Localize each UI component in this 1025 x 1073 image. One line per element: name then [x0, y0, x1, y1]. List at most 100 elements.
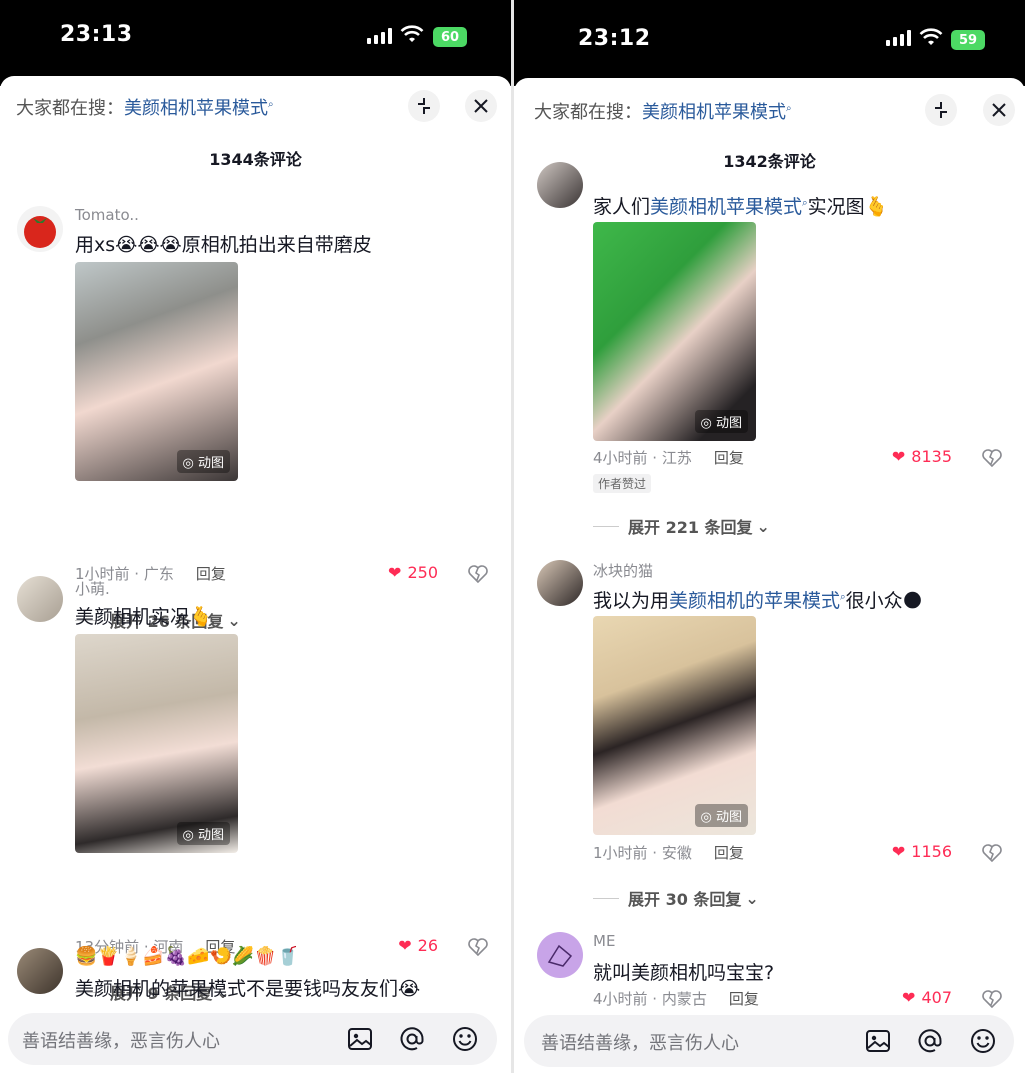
avatar[interactable] [537, 932, 583, 978]
broken-heart-icon[interactable] [467, 563, 489, 585]
keyword-link[interactable]: 美颜相机的苹果模式 [669, 590, 840, 612]
battery-level: 60 [440, 29, 460, 45]
like-count: 407 [921, 988, 952, 1007]
reply-button[interactable]: 回复 [714, 449, 744, 467]
comment-input[interactable]: 善语结善缘，恶言伤人心 [524, 1015, 1014, 1067]
status-time: 23:13 [60, 22, 133, 47]
reply-button[interactable]: 回复 [729, 990, 759, 1008]
search-hint-prefix: 大家都在搜： [534, 102, 642, 123]
tomato-avatar-icon [24, 216, 56, 248]
cellular-signal-icon [886, 30, 911, 46]
image-icon[interactable] [346, 1025, 374, 1053]
left-screenshot: 23:13 60 大家都在搜：美颜相机苹果模式⌕ 1344条评论 Tomato.… [0, 0, 511, 1073]
live-photo-label: 动图 [715, 810, 742, 825]
time-location: 4小时前 · 江苏 [593, 449, 692, 467]
avatar[interactable] [537, 162, 583, 208]
comment-photo[interactable]: ◎ 动图 [593, 616, 756, 835]
heart-icon: ❤ [398, 936, 412, 955]
broken-heart-icon[interactable] [981, 447, 1003, 469]
image-icon[interactable] [864, 1027, 892, 1055]
close-button[interactable] [465, 90, 497, 122]
comment-text-part: 家人们 [593, 196, 651, 218]
username[interactable]: Tomato.. [75, 206, 139, 224]
battery-icon: 60 [433, 27, 467, 47]
comment-text: 我以为用美颜相机的苹果模式⌕很小众🌑 [593, 586, 922, 613]
purple-avatar-icon [547, 944, 573, 967]
time-location: 1小时前 · 安徽 [593, 844, 692, 862]
comment-text-part: 实况图 [807, 196, 865, 218]
comment-meta: 1小时前 · 安徽 回复 [593, 842, 744, 863]
like-count: 250 [407, 563, 438, 582]
status-bar: 23:12 59 [514, 0, 1025, 86]
username[interactable]: ME [593, 932, 615, 950]
comment-input[interactable]: 善语结善缘，恶言伤人心 [8, 1013, 497, 1065]
search-suggestion[interactable]: 大家都在搜：美颜相机苹果模式⌕ [534, 98, 792, 124]
finger-heart-emoji: 🫰 [189, 606, 213, 628]
search-hint-prefix: 大家都在搜： [16, 98, 124, 119]
comment-text-part: 美颜相机实况 [75, 606, 190, 628]
expand-replies-button[interactable]: 展开 30 条回复 ⌄ [593, 886, 759, 910]
search-icon: ⌕ [268, 99, 274, 110]
comment-text: 家人们美颜相机苹果模式⌕实况图🫰 [593, 192, 888, 219]
close-icon [474, 99, 488, 113]
avatar[interactable] [17, 948, 63, 994]
live-photo-badge: ◎ 动图 [176, 822, 230, 845]
expand-replies-button[interactable]: 展开 221 条回复 ⌄ [593, 514, 770, 538]
username[interactable]: 冰块的猫 [593, 560, 653, 581]
avatar[interactable] [537, 560, 583, 606]
finger-heart-emoji: 🫰 [864, 196, 889, 218]
comment-text-part: 我以为用 [593, 590, 670, 612]
avatar[interactable] [17, 576, 63, 622]
emoji-line: 🍔🍟🍦🍰🍇🧀🍤🌽🍿🥤 [75, 946, 300, 967]
chevron-down-icon: ⌄ [745, 888, 759, 908]
comment-count: 1344条评论 [209, 150, 302, 169]
heart-icon: ❤ [891, 842, 906, 861]
heart-icon: ❤ [388, 563, 402, 582]
keyword-link[interactable]: 美颜相机苹果模式 [650, 196, 802, 218]
like-button[interactable]: ❤ 8135 [892, 447, 952, 466]
comment-meta: 4小时前 · 江苏 回复 [593, 447, 744, 468]
divider-line [593, 525, 619, 527]
crying-emoji: 😭😭😭 [115, 234, 182, 256]
search-suggestion[interactable]: 大家都在搜：美颜相机苹果模式⌕ [16, 94, 274, 120]
close-button[interactable] [983, 94, 1015, 126]
comment-text-part: 用xs [75, 234, 116, 256]
emoji: 🌑 [902, 590, 923, 612]
like-button[interactable]: ❤ 250 [388, 563, 438, 582]
comment-text: 用xs😭😭😭原相机拍出来自带磨皮 [75, 230, 372, 257]
collapse-button[interactable] [408, 90, 440, 122]
input-placeholder: 善语结善缘，恶言伤人心 [22, 1031, 220, 1052]
like-count: 1156 [911, 842, 952, 861]
avatar[interactable] [17, 206, 63, 252]
reply-button[interactable]: 回复 [196, 565, 226, 583]
broken-heart-icon[interactable] [467, 936, 489, 958]
like-button[interactable]: ❤ 1156 [892, 842, 952, 861]
mention-icon[interactable] [398, 1025, 426, 1053]
status-bar: 23:13 60 [0, 0, 511, 86]
cellular-signal-icon [367, 28, 392, 44]
mention-icon[interactable] [916, 1027, 944, 1055]
search-keyword-link[interactable]: 美颜相机苹果模式 [124, 98, 268, 119]
reply-button[interactable]: 回复 [714, 844, 744, 862]
expand-label: 展开 30 条回复 [628, 890, 742, 909]
like-button[interactable]: ❤ 407 [902, 988, 952, 1007]
search-keyword-link[interactable]: 美颜相机苹果模式 [642, 102, 786, 123]
crying-emoji: 😭 [398, 978, 421, 1000]
emoji-icon[interactable] [969, 1027, 997, 1055]
emoji-icon[interactable] [451, 1025, 479, 1053]
live-photo-label: 动图 [197, 456, 224, 471]
battery-icon: 59 [951, 30, 985, 50]
comment-text-part: 很小众 [845, 590, 903, 612]
username[interactable]: 小萌. [75, 578, 110, 599]
comment-text: 就叫美颜相机吗宝宝? [593, 962, 775, 984]
broken-heart-icon[interactable] [981, 988, 1003, 1010]
like-button[interactable]: ❤ 26 [398, 936, 438, 955]
author-liked-badge: 作者赞过 [593, 474, 652, 493]
comment-photo[interactable]: ◎ 动图 [75, 634, 238, 853]
collapse-button[interactable] [925, 94, 957, 126]
broken-heart-icon[interactable] [981, 842, 1003, 864]
comment-photo[interactable]: ◎ 动图 [75, 262, 238, 481]
chevron-down-icon: ⌄ [756, 516, 770, 536]
comment-photo[interactable]: ◎ 动图 [593, 222, 756, 441]
heart-icon: ❤ [891, 447, 906, 466]
